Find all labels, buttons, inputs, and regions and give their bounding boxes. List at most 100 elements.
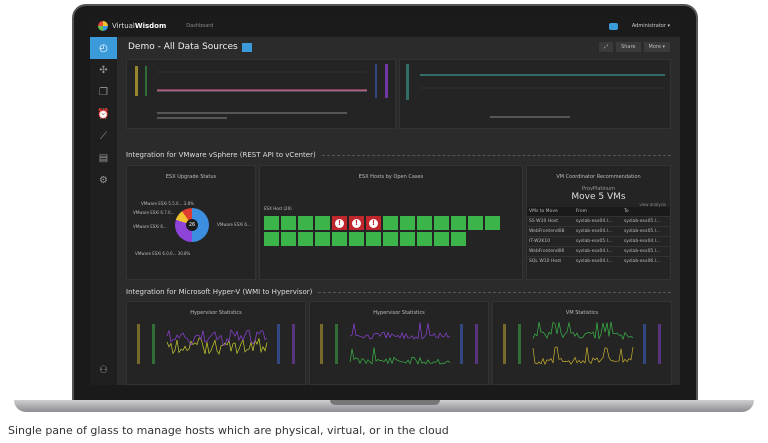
axis-label [475,324,478,364]
host-cell-ok[interactable] [383,216,398,230]
host-cell-ok[interactable] [315,232,330,246]
panel-title: ESX Hosts by Open Cases [358,174,424,180]
host-cell-ok[interactable] [281,216,296,230]
host-cell-alert[interactable]: ! [349,216,364,230]
series-line [166,329,268,346]
alarm-icon[interactable]: ⏰ [90,103,117,125]
host-cell-ok[interactable] [485,216,500,230]
line-chart [503,321,661,366]
reports-icon[interactable]: ▤ [90,147,117,169]
alert-icon: ! [352,218,361,228]
hyperv-chart-panel: VM Statistics [492,301,672,385]
table-cell: syslab-esx04.l... [573,246,622,257]
table-row[interactable]: WebFrontend08 syslab-esx04.l... syslab-esx… [527,226,670,237]
gear-icon[interactable]: ⚙ [90,169,117,191]
table-cell: syslab-esx04.l... [573,216,622,227]
dashboard-badge[interactable] [241,42,252,52]
brand[interactable]: VirtualWisdom [112,22,166,30]
table-cell: syslab-esx04.l... [621,236,670,247]
axis-label [406,64,409,100]
virtualwisdom-logo [98,21,108,31]
chart-icon[interactable]: ⟋ [90,125,117,147]
slice-label: VMware ESXi 6.0.0... 30.8% [135,251,191,256]
caption: Single pane of glass to manage hosts whi… [8,424,449,437]
host-cell-ok[interactable] [332,232,347,246]
column-header[interactable]: To [621,207,670,217]
screen: VirtualWisdom Dashboard Administrator ▾ … [90,15,680,385]
panel-title: VM Coordinator Recommendation [556,174,641,180]
host-cell-ok[interactable] [298,216,313,230]
axis-label [658,324,661,364]
sidebar: ◴ ✣ ❐ ⏰ ⟋ ▤ ⚙ ⚇ [90,37,117,385]
host-cell-ok[interactable] [400,216,415,230]
alert-icon: ! [335,218,344,228]
legend [490,116,570,118]
esx-upgrade-panel: ESX Upgrade Status 26 VMware ESXi 5.5.0.… [126,165,256,280]
breadcrumb[interactable]: Dashboard [186,23,213,29]
axis-label [152,324,155,364]
section-header-hyperv: Integration for Microsoft Hyper-V (WMI t… [126,288,671,296]
host-cell-ok[interactable] [400,232,415,246]
legend [157,117,227,119]
section-title: Integration for VMware vSphere (REST API… [126,151,316,159]
host-cell-ok[interactable] [315,216,330,230]
axis-label [335,324,338,364]
table-cell: WebFrontend06 [527,246,574,257]
host-cell-ok[interactable] [434,232,449,246]
user-icon[interactable]: ⚇ [90,359,117,381]
host-cell-ok[interactable] [417,232,432,246]
axis-label [145,66,147,96]
host-cell-ok[interactable] [417,216,432,230]
top-chart-left [126,59,396,129]
speedometer-icon[interactable]: ◴ [90,37,117,59]
axis-label [375,64,377,98]
laptop-notch [330,400,440,405]
line-chart [320,322,478,365]
fullscreen-button[interactable]: ⤢ [599,42,614,52]
share-button[interactable]: Share [616,42,641,52]
host-cell-ok[interactable] [383,232,398,246]
host-cell-ok[interactable] [349,232,364,246]
notification-icon[interactable] [608,22,618,30]
host-cell-ok[interactable] [451,216,466,230]
series-line [532,346,634,366]
user-menu[interactable]: Administrator ▾ [632,23,670,29]
more-button[interactable]: More ▾ [643,42,670,52]
top-chart-right [399,59,671,129]
axis-label [292,324,295,364]
table-cell: syslab-esx05.l... [621,246,670,257]
table-cell: IT-W2K10 [527,236,574,247]
line-chart [406,64,665,118]
axis-label [518,324,521,364]
table-row[interactable]: WebFrontend06 syslab-esx04.l... syslab-esx… [527,246,670,257]
vm-move-table: VMs to Move From To SS W10 Host syslab-esx04… [527,207,670,266]
slice-label: VMware ESXi 5.5.0... 3.8% [141,201,194,206]
host-cell-ok[interactable] [264,232,279,246]
table-row[interactable]: SQL W10 Host syslab-esx04.l... syslab-esx0… [527,256,670,266]
series-line [166,337,268,355]
column-header[interactable]: VMs to Move [527,207,574,217]
host-cell-ok[interactable] [366,232,381,246]
network-icon[interactable]: ✣ [90,59,117,81]
slice-label: VMware ESXi 6.7.0... [133,210,175,215]
layers-icon[interactable]: ❐ [90,81,117,103]
host-cell-alert[interactable]: ! [332,216,347,230]
axis-label [320,324,323,364]
column-header[interactable]: From [573,207,622,217]
host-cell-ok[interactable] [451,232,466,246]
host-cell-ok[interactable] [468,216,483,230]
section-header-vmware: Integration for VMware vSphere (REST API… [126,151,671,159]
host-cell-ok[interactable] [281,232,296,246]
host-cell-alert[interactable]: ! [366,216,381,230]
axis-label [385,64,388,98]
table-row[interactable]: SS W10 Host syslab-esx04.l... syslab-esx05… [527,216,670,227]
brand-light: Virtual [112,22,135,30]
host-cell-ok[interactable] [264,216,279,230]
host-cell-ok[interactable] [298,232,313,246]
table-row[interactable]: IT-W2K10 syslab-esx05.l... syslab-esx04.l.… [527,236,670,247]
host-heatmap: !!! [264,216,500,246]
hyperv-chart-panel: Hypervisor Statistics [309,301,489,385]
host-cell-ok[interactable] [434,216,449,230]
table-cell: SQL W10 Host [527,256,574,266]
table-cell: syslab-esx05.l... [573,236,622,247]
